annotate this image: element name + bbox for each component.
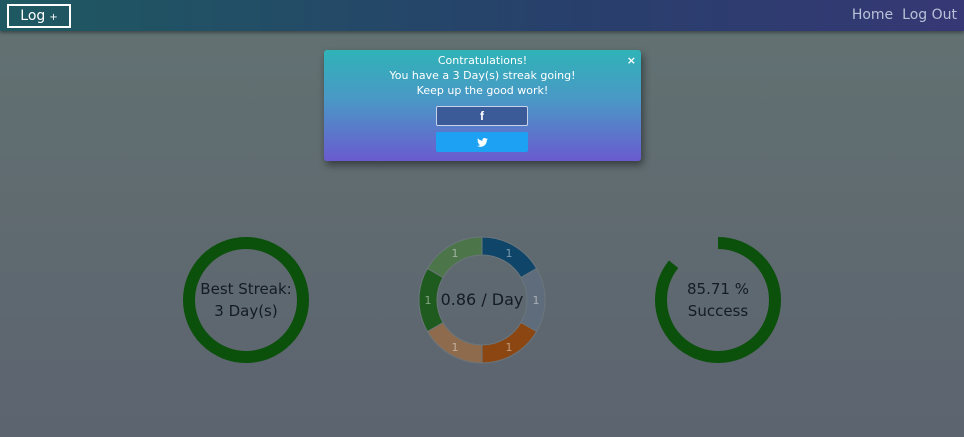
best-streak-title: Best Streak: xyxy=(200,280,292,298)
popup-title: Contratulations! xyxy=(437,54,528,67)
popup-message: Contratulations! You have a 3 Day(s) str… xyxy=(324,50,641,98)
popup-streak-text: You have a 3 Day(s) streak going! xyxy=(389,69,576,82)
navbar: Log + Home Log Out xyxy=(0,0,964,31)
success-percent: 85.71 % xyxy=(687,280,749,298)
home-link[interactable]: Home xyxy=(852,7,893,23)
best-streak-value: 3 Day(s) xyxy=(214,302,278,320)
logout-link[interactable]: Log Out xyxy=(902,7,957,23)
success-label: 85.71 % Success xyxy=(654,236,782,364)
daily-rate-label: 0.86 / Day xyxy=(418,236,546,364)
success-text: Success xyxy=(687,302,749,320)
daily-rate-value: 0.86 / Day xyxy=(440,290,524,309)
best-streak-widget: Best Streak: 3 Day(s) xyxy=(182,236,310,364)
facebook-share-button[interactable]: f xyxy=(436,106,528,126)
streak-popup: × Contratulations! You have a 3 Day(s) s… xyxy=(324,50,641,161)
brand-label: Log xyxy=(20,8,46,24)
popup-encouragement: Keep up the good work! xyxy=(416,84,549,97)
facebook-icon: f xyxy=(480,109,484,123)
log-add-button[interactable]: Log + xyxy=(7,4,71,28)
daily-rate-widget: 111111 0.86 / Day xyxy=(418,236,546,364)
twitter-share-button[interactable] xyxy=(436,132,528,152)
twitter-icon xyxy=(476,137,488,147)
success-widget: 85.71 % Success xyxy=(654,236,782,364)
close-icon[interactable]: × xyxy=(627,54,636,67)
plus-icon: + xyxy=(49,12,58,23)
nav-links: Home Log Out xyxy=(852,7,957,23)
best-streak-label: Best Streak: 3 Day(s) xyxy=(182,236,310,364)
